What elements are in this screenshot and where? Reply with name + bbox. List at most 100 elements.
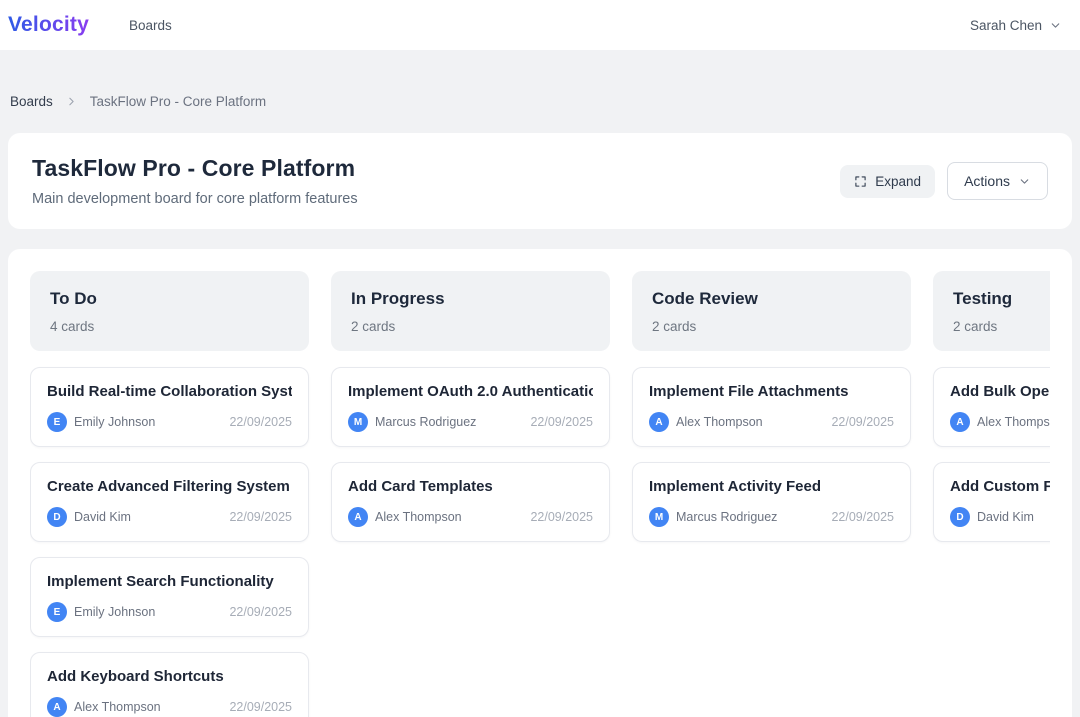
kanban-column: In Progress 2 cards Implement OAuth 2.0 … — [331, 271, 610, 717]
expand-button[interactable]: Expand — [840, 165, 935, 198]
card-list: Implement File Attachments A Alex Thomps… — [632, 367, 911, 542]
assignee: A Alex Thompson — [649, 412, 763, 432]
card-meta: E Emily Johnson 22/09/2025 — [47, 602, 292, 622]
nav-link-boards[interactable]: Boards — [129, 18, 172, 33]
board-panel: To Do 4 cards Build Real-time Collaborat… — [8, 249, 1072, 717]
kanban-columns: To Do 4 cards Build Real-time Collaborat… — [30, 271, 1050, 717]
page-title: TaskFlow Pro - Core Platform — [32, 155, 358, 182]
column-header: Code Review 2 cards — [632, 271, 911, 351]
card-meta: D David Kim 22/09/2025 — [47, 507, 292, 527]
task-card[interactable]: Implement Search Functionality E Emily J… — [30, 557, 309, 637]
assignee-name: Alex Thompson — [977, 415, 1050, 429]
task-card[interactable]: Add Card Templates A Alex Thompson 22/09… — [331, 462, 610, 542]
chevron-down-icon — [1049, 19, 1062, 32]
card-title: Add Bulk Operations — [950, 383, 1050, 400]
card-meta: M Marcus Rodriguez 22/09/2025 — [348, 412, 593, 432]
top-nav: Velocity Boards Sarah Chen — [0, 0, 1080, 50]
assignee: A Alex Thompson — [348, 507, 462, 527]
column-count: 4 cards — [50, 319, 289, 334]
kanban-column: To Do 4 cards Build Real-time Collaborat… — [30, 271, 309, 717]
assignee-name: Alex Thompson — [74, 700, 161, 714]
user-menu[interactable]: Sarah Chen — [970, 18, 1062, 33]
breadcrumb-current: TaskFlow Pro - Core Platform — [90, 94, 266, 109]
card-meta: D David Kim 22/09/2025 — [950, 507, 1050, 527]
task-card[interactable]: Add Keyboard Shortcuts A Alex Thompson 2… — [30, 652, 309, 717]
avatar: M — [649, 507, 669, 527]
avatar: D — [950, 507, 970, 527]
avatar: M — [348, 412, 368, 432]
column-header: Testing 2 cards — [933, 271, 1050, 351]
expand-icon — [854, 175, 867, 188]
task-card[interactable]: Create Advanced Filtering System D David… — [30, 462, 309, 542]
assignee-name: Marcus Rodriguez — [375, 415, 476, 429]
due-date: 22/09/2025 — [831, 510, 894, 524]
card-title: Implement OAuth 2.0 Authentication — [348, 383, 593, 400]
column-title: Testing — [953, 289, 1050, 309]
breadcrumb-boards[interactable]: Boards — [10, 94, 53, 109]
column-count: 2 cards — [953, 319, 1050, 334]
task-card[interactable]: Add Bulk Operations A Alex Thompson 22/0… — [933, 367, 1050, 447]
task-card[interactable]: Implement Activity Feed M Marcus Rodrigu… — [632, 462, 911, 542]
columns-scroll-area[interactable]: To Do 4 cards Build Real-time Collaborat… — [30, 271, 1050, 717]
card-meta: A Alex Thompson 22/09/2025 — [649, 412, 894, 432]
card-title: Create Advanced Filtering System — [47, 478, 292, 495]
due-date: 22/09/2025 — [229, 605, 292, 619]
assignee: E Emily Johnson — [47, 602, 155, 622]
assignee: M Marcus Rodriguez — [649, 507, 777, 527]
card-meta: M Marcus Rodriguez 22/09/2025 — [649, 507, 894, 527]
assignee: D David Kim — [47, 507, 131, 527]
card-list: Implement OAuth 2.0 Authentication M Mar… — [331, 367, 610, 542]
chevron-right-icon — [65, 95, 78, 108]
due-date: 22/09/2025 — [229, 415, 292, 429]
actions-button[interactable]: Actions — [947, 162, 1048, 200]
avatar: A — [47, 697, 67, 717]
due-date: 22/09/2025 — [229, 510, 292, 524]
card-title: Implement File Attachments — [649, 383, 894, 400]
column-header: To Do 4 cards — [30, 271, 309, 351]
avatar: E — [47, 412, 67, 432]
due-date: 22/09/2025 — [831, 415, 894, 429]
avatar: A — [950, 412, 970, 432]
column-header: In Progress 2 cards — [331, 271, 610, 351]
expand-label: Expand — [875, 174, 921, 189]
card-meta: A Alex Thompson 22/09/2025 — [348, 507, 593, 527]
avatar: E — [47, 602, 67, 622]
task-card[interactable]: Implement File Attachments A Alex Thomps… — [632, 367, 911, 447]
card-meta: A Alex Thompson 22/09/2025 — [950, 412, 1050, 432]
card-title: Implement Activity Feed — [649, 478, 894, 495]
header-actions: Expand Actions — [840, 162, 1048, 200]
task-card[interactable]: Build Real-time Collaboration System E E… — [30, 367, 309, 447]
page-subtitle: Main development board for core platform… — [32, 191, 358, 207]
due-date: 22/09/2025 — [530, 415, 593, 429]
assignee-name: Alex Thompson — [375, 510, 462, 524]
assignee-name: David Kim — [74, 510, 131, 524]
card-title: Implement Search Functionality — [47, 573, 292, 590]
task-card[interactable]: Implement OAuth 2.0 Authentication M Mar… — [331, 367, 610, 447]
assignee-name: Marcus Rodriguez — [676, 510, 777, 524]
assignee: M Marcus Rodriguez — [348, 412, 476, 432]
card-title: Build Real-time Collaboration System — [47, 383, 292, 400]
card-title: Add Keyboard Shortcuts — [47, 668, 292, 685]
app-logo[interactable]: Velocity — [8, 13, 89, 37]
column-count: 2 cards — [652, 319, 891, 334]
column-title: To Do — [50, 289, 289, 309]
task-card[interactable]: Add Custom Fields D David Kim 22/09/2025 — [933, 462, 1050, 542]
avatar: A — [348, 507, 368, 527]
assignee: D David Kim — [950, 507, 1034, 527]
avatar: A — [649, 412, 669, 432]
column-title: In Progress — [351, 289, 590, 309]
card-meta: A Alex Thompson 22/09/2025 — [47, 697, 292, 717]
actions-label: Actions — [964, 173, 1010, 189]
board-header-text: TaskFlow Pro - Core Platform Main develo… — [32, 155, 358, 207]
card-list: Add Bulk Operations A Alex Thompson 22/0… — [933, 367, 1050, 542]
due-date: 22/09/2025 — [229, 700, 292, 714]
card-title: Add Card Templates — [348, 478, 593, 495]
avatar: D — [47, 507, 67, 527]
kanban-column: Code Review 2 cards Implement File Attac… — [632, 271, 911, 717]
assignee: E Emily Johnson — [47, 412, 155, 432]
nav-links: Boards — [129, 18, 172, 33]
assignee: A Alex Thompson — [950, 412, 1050, 432]
assignee-name: Emily Johnson — [74, 415, 155, 429]
due-date: 22/09/2025 — [530, 510, 593, 524]
assignee-name: Emily Johnson — [74, 605, 155, 619]
